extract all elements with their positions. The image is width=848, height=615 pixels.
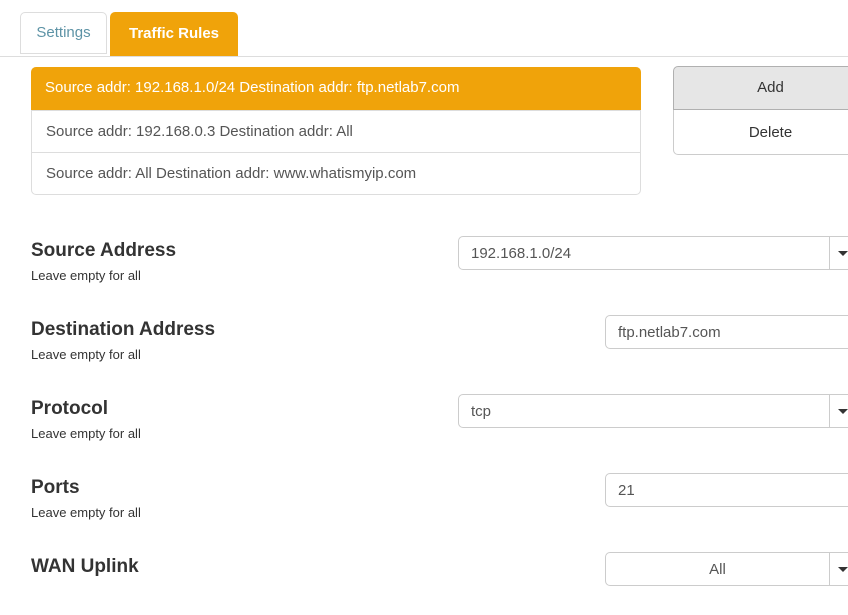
rule-actions: Add Delete [673, 66, 848, 155]
traffic-rules-page: Settings Traffic Rules Source addr: 192.… [0, 0, 848, 615]
protocol-input[interactable] [459, 395, 829, 427]
destination-address-label: Destination Address [31, 319, 215, 341]
tab-bar-divider [0, 56, 848, 57]
delete-button[interactable]: Delete [673, 110, 848, 155]
destination-address-input[interactable] [605, 315, 848, 349]
caret-down-icon [838, 409, 848, 414]
source-address-hint: Leave empty for all [31, 268, 141, 283]
ports-label: Ports [31, 477, 80, 499]
caret-down-icon [838, 251, 848, 256]
traffic-rules-list: Source addr: 192.168.1.0/24 Destination … [31, 67, 641, 195]
ports-hint: Leave empty for all [31, 505, 141, 520]
protocol-combobox [458, 394, 848, 428]
source-address-label: Source Address [31, 240, 176, 262]
traffic-rule-item[interactable]: Source addr: All Destination addr: www.w… [32, 152, 640, 194]
wan-uplink-select[interactable]: All [605, 552, 848, 586]
source-address-input[interactable] [459, 237, 829, 269]
protocol-hint: Leave empty for all [31, 426, 141, 441]
traffic-rule-item-selected[interactable]: Source addr: 192.168.1.0/24 Destination … [31, 67, 641, 110]
source-address-dropdown-button[interactable] [829, 237, 848, 269]
protocol-label: Protocol [31, 398, 108, 420]
ports-input[interactable] [605, 473, 848, 507]
protocol-dropdown-button[interactable] [829, 395, 848, 427]
wan-uplink-label: WAN Uplink [31, 556, 139, 578]
tab-traffic-rules[interactable]: Traffic Rules [110, 12, 238, 56]
wan-uplink-value: All [606, 553, 829, 585]
tab-settings[interactable]: Settings [20, 12, 107, 54]
caret-down-icon [838, 567, 848, 572]
add-button[interactable]: Add [673, 66, 848, 110]
source-address-combobox [458, 236, 848, 270]
wan-uplink-dropdown-button[interactable] [829, 553, 848, 585]
destination-address-hint: Leave empty for all [31, 347, 141, 362]
traffic-rule-item[interactable]: Source addr: 192.168.0.3 Destination add… [32, 110, 640, 152]
